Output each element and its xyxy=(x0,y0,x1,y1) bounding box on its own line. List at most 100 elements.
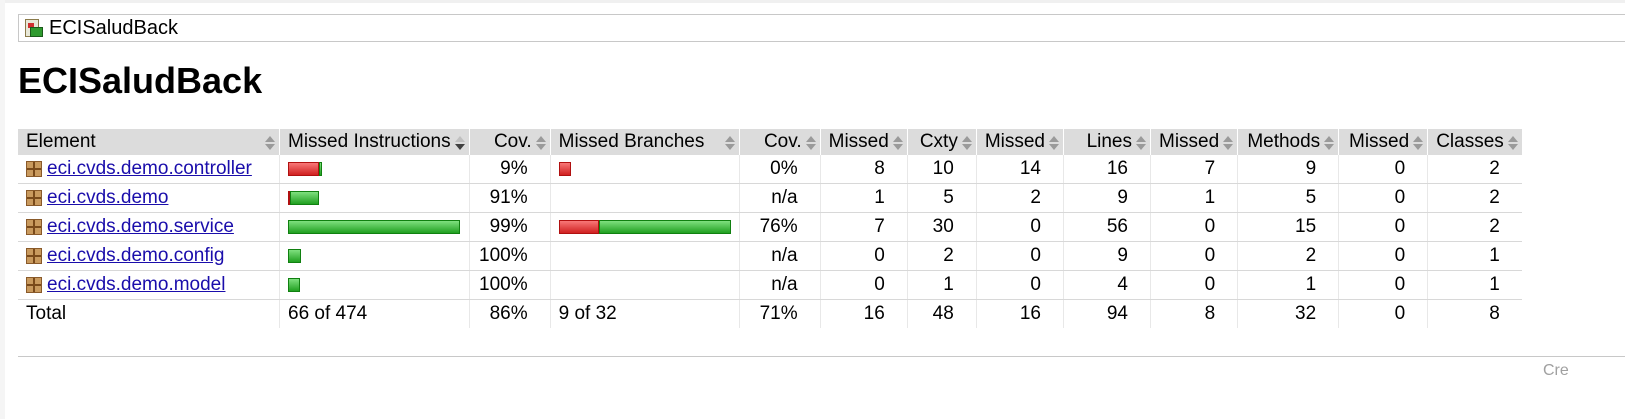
header-methods[interactable]: Methods xyxy=(1237,129,1339,155)
missed-lines-cell: 0 xyxy=(975,241,1064,271)
missed-classes-cell: 0 xyxy=(1338,241,1428,271)
element-cell: eci.cvds.demo.controller xyxy=(18,155,280,184)
branch-cov-cell: n/a xyxy=(738,241,821,271)
coverage-bar xyxy=(288,219,461,235)
window-left-border xyxy=(0,0,5,419)
package-icon xyxy=(26,189,42,206)
sort-icon xyxy=(892,136,903,150)
header-label: Missed Branches xyxy=(558,131,705,152)
missed-lines-cell: 0 xyxy=(975,212,1064,242)
sort-icon xyxy=(1049,136,1059,150)
missed-methods-cell: 0 xyxy=(1149,241,1238,271)
footer-credit: Cre xyxy=(1543,362,1569,379)
total-instr-cov: 86% xyxy=(468,299,551,328)
table-row: eci.cvds.demo.config 100% n/a 0 2 0 9 0 2 0 1 xyxy=(18,241,1522,271)
instr-cov-cell: 99% xyxy=(468,212,551,242)
table-row: eci.cvds.demo.model 100% n/a 0 1 0 4 0 1 0 1 xyxy=(18,270,1522,300)
header-missed-methods[interactable]: Missed xyxy=(1149,129,1238,155)
total-missed-lines: 16 xyxy=(975,299,1064,328)
missed-lines-cell: 14 xyxy=(975,155,1064,184)
missed-methods-cell: 0 xyxy=(1149,212,1238,242)
missed-branches-cell xyxy=(549,212,740,242)
cxty-cell: 30 xyxy=(906,212,977,242)
bar-covered xyxy=(288,249,301,263)
header-missed-cxty[interactable]: Missed xyxy=(819,129,908,155)
header-missed-branches[interactable]: Missed Branches xyxy=(549,129,740,155)
header-cxty[interactable]: Cxty xyxy=(906,129,977,155)
breadcrumb: ECISaludBack xyxy=(18,14,1625,42)
package-link[interactable]: eci.cvds.demo.controller xyxy=(47,158,252,179)
header-branch-cov[interactable]: Cov. xyxy=(738,129,821,155)
total-cxty: 48 xyxy=(906,299,977,328)
page-title: ECISaludBack xyxy=(18,60,263,101)
element-cell: eci.cvds.demo xyxy=(18,183,280,213)
sort-icon xyxy=(1223,136,1234,150)
header-label: Missed xyxy=(828,131,889,152)
sort-icon xyxy=(805,136,816,150)
header-missed-classes[interactable]: Missed xyxy=(1338,129,1428,155)
coverage-bar xyxy=(288,161,461,177)
cxty-cell: 1 xyxy=(906,270,977,300)
methods-cell: 2 xyxy=(1237,241,1339,271)
package-link[interactable]: eci.cvds.demo.model xyxy=(47,274,225,295)
coverage-bar xyxy=(288,190,461,206)
sort-icon xyxy=(724,136,735,150)
missed-classes-cell: 0 xyxy=(1338,270,1428,300)
package-link[interactable]: eci.cvds.demo.service xyxy=(47,216,234,237)
missed-lines-cell: 2 xyxy=(975,183,1064,213)
lines-cell: 16 xyxy=(1063,155,1151,184)
lines-cell: 4 xyxy=(1063,270,1151,300)
header-lines[interactable]: Lines xyxy=(1063,129,1151,155)
total-classes: 8 xyxy=(1427,299,1522,328)
sort-icon xyxy=(1507,136,1518,150)
header-missed-instructions[interactable]: Missed Instructions xyxy=(279,129,470,155)
missed-cxty-cell: 7 xyxy=(819,212,908,242)
header-instr-cov[interactable]: Cov. xyxy=(468,129,551,155)
cxty-cell: 10 xyxy=(906,155,977,184)
package-icon xyxy=(26,247,42,264)
bar-covered xyxy=(319,162,322,176)
missed-methods-cell: 7 xyxy=(1149,155,1238,184)
missed-instructions-cell xyxy=(279,155,470,184)
table-row: eci.cvds.demo.controller 9% 0% 8 10 14 16 7 9 0 2 xyxy=(18,155,1522,184)
package-icon xyxy=(26,276,42,293)
instr-cov-cell: 9% xyxy=(468,155,551,184)
missed-branches-cell xyxy=(549,241,740,271)
total-branch-cov: 71% xyxy=(738,299,821,328)
package-link[interactable]: eci.cvds.demo.config xyxy=(47,245,224,266)
package-link[interactable]: eci.cvds.demo xyxy=(47,187,168,208)
missed-methods-cell: 0 xyxy=(1149,270,1238,300)
missed-branches-cell xyxy=(549,183,740,213)
header-element[interactable]: Element xyxy=(18,129,280,155)
classes-cell: 2 xyxy=(1427,183,1522,213)
sort-icon xyxy=(1324,136,1335,150)
missed-instructions-cell xyxy=(279,183,470,213)
classes-cell: 1 xyxy=(1427,241,1522,271)
instr-cov-cell: 91% xyxy=(468,183,551,213)
missed-cxty-cell: 8 xyxy=(819,155,908,184)
coverage-bar xyxy=(558,161,731,177)
total-missed-cxty: 16 xyxy=(819,299,908,328)
bar-missed xyxy=(558,162,571,176)
sort-icon xyxy=(961,136,972,150)
missed-cxty-cell: 0 xyxy=(819,241,908,271)
total-missed-classes: 0 xyxy=(1338,299,1428,328)
footer-divider xyxy=(18,356,1625,357)
bar-covered xyxy=(288,278,300,292)
coverage-bar xyxy=(288,248,461,264)
header-classes[interactable]: Classes xyxy=(1427,129,1522,155)
header-label: Cov. xyxy=(493,131,532,152)
total-instructions: 66 of 474 xyxy=(279,299,470,328)
bar-covered xyxy=(290,191,319,205)
lines-cell: 9 xyxy=(1063,183,1151,213)
branch-cov-cell: n/a xyxy=(738,183,821,213)
missed-cxty-cell: 1 xyxy=(819,183,908,213)
sort-icon xyxy=(1413,136,1424,150)
branch-cov-cell: 76% xyxy=(738,212,821,242)
header-missed-lines[interactable]: Missed xyxy=(975,129,1064,155)
missed-cxty-cell: 0 xyxy=(819,270,908,300)
breadcrumb-label: ECISaludBack xyxy=(49,17,178,39)
header-row: Element Missed Instructions Cov. Missed … xyxy=(18,129,1522,155)
coverage-table: Element Missed Instructions Cov. Missed … xyxy=(18,129,1522,328)
header-label: Cov. xyxy=(763,131,802,152)
